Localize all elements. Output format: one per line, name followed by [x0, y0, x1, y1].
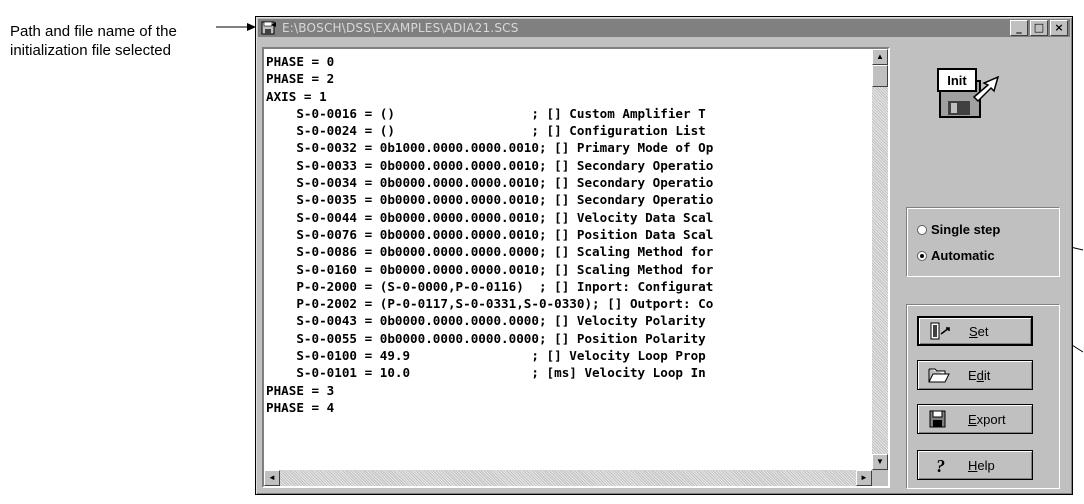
maximize-button[interactable]: □	[1030, 20, 1048, 36]
scroll-up-button[interactable]: ▲	[872, 49, 888, 65]
init-file-content: PHASE = 0 PHASE = 2 AXIS = 1 S-0-0016 = ()…	[266, 53, 872, 463]
edit-button[interactable]: Edit	[917, 360, 1033, 390]
export-button[interactable]: Export	[917, 404, 1033, 434]
code-line: S-0-0035 = 0b0000.0000.0000.0010; [] Sec…	[266, 192, 714, 208]
scroll-left-button[interactable]: ◄	[264, 470, 280, 486]
code-line: S-0-0086 = 0b0000.0000.0000.0000; [] Sca…	[266, 244, 714, 260]
close-button[interactable]: ×	[1050, 20, 1068, 36]
title-callout-arrow	[216, 23, 256, 31]
code-line: PHASE = 3	[266, 382, 335, 398]
code-line: S-0-0034 = 0b0000.0000.0000.0010; [] Sec…	[266, 175, 714, 191]
init-icon: Init	[936, 67, 1004, 119]
svg-text:?: ?	[936, 456, 945, 474]
set-button[interactable]: Set	[917, 316, 1033, 346]
code-line: P-0-2002 = (P-0-0117,S-0-0331,S-0-0330);…	[266, 296, 714, 312]
minimize-button[interactable]: _	[1010, 20, 1028, 36]
code-line: S-0-0044 = 0b0000.0000.0000.0010; [] Vel…	[266, 209, 714, 225]
code-line: S-0-0101 = 10.0 ; [ms] Velocity Loop In	[266, 365, 706, 381]
vertical-scroll-thumb[interactable]	[872, 65, 888, 87]
title-bar[interactable]: E:\BOSCH\DSS\EXAMPLES\ADIA21.SCS _ □ ×	[258, 19, 1070, 37]
code-line: S-0-0024 = () ; [] Configuration List	[266, 123, 706, 139]
automatic-label: Automatic	[931, 248, 995, 263]
automatic-radio[interactable]: Automatic	[917, 248, 995, 263]
code-line: AXIS = 1	[266, 88, 327, 104]
set-door-icon	[929, 322, 951, 340]
code-line: S-0-0160 = 0b0000.0000.0000.0010; [] Sca…	[266, 261, 714, 277]
single-step-radio[interactable]: Single step	[917, 222, 1000, 237]
code-line: P-0-2000 = (S-0-0000,P-0-0116) ; [] Inpo…	[266, 278, 714, 294]
code-line: S-0-0076 = 0b0000.0000.0000.0010; [] Pos…	[266, 226, 714, 242]
code-line: PHASE = 2	[266, 71, 335, 87]
code-line: S-0-0055 = 0b0000.0000.0000.0000; [] Pos…	[266, 330, 714, 346]
mode-group: Single step Automatic	[906, 207, 1060, 277]
init-icon-label: Init	[947, 73, 967, 88]
scroll-right-button[interactable]: ►	[856, 470, 872, 486]
vertical-scrollbar[interactable]: ▲ ▼	[872, 49, 888, 470]
action-buttons-group: Set Edit Export ? Help	[906, 304, 1060, 489]
automatic-radio-dot[interactable]	[917, 250, 927, 261]
init-file-text-area[interactable]: PHASE = 0 PHASE = 2 AXIS = 1 S-0-0016 = ()…	[262, 47, 890, 488]
set-button-label: Set	[969, 323, 989, 339]
single-step-radio-dot[interactable]	[917, 224, 927, 235]
code-line: S-0-0016 = () ; [] Custom Amplifier T	[266, 105, 706, 121]
code-line: S-0-0100 = 49.9 ; [] Velocity Loop Prop	[266, 348, 706, 364]
code-line: PHASE = 0	[266, 54, 335, 69]
floppy-disk-icon	[261, 21, 277, 35]
code-line: PHASE = 4	[266, 399, 335, 415]
export-button-label: Export	[968, 411, 1006, 427]
folder-open-icon	[928, 366, 950, 384]
scroll-down-button[interactable]: ▼	[872, 454, 888, 470]
code-line: S-0-0043 = 0b0000.0000.0000.0000; [] Vel…	[266, 313, 714, 329]
floppy-disk-icon	[928, 410, 950, 428]
question-mark-icon: ?	[928, 456, 950, 476]
window-title: E:\BOSCH\DSS\EXAMPLES\ADIA21.SCS	[282, 21, 519, 35]
scrollbar-corner	[872, 470, 888, 486]
code-line: S-0-0033 = 0b0000.0000.0000.0010; [] Sec…	[266, 157, 714, 173]
edit-button-label: Edit	[968, 367, 991, 383]
single-step-label: Single step	[931, 222, 1001, 237]
app-window: E:\BOSCH\DSS\EXAMPLES\ADIA21.SCS _ □ × P…	[255, 16, 1073, 495]
horizontal-scrollbar[interactable]: ◄ ►	[264, 470, 872, 486]
code-line: S-0-0032 = 0b1000.0000.0000.0010; [] Pri…	[266, 140, 714, 156]
help-button-label: Help	[968, 457, 995, 473]
help-button[interactable]: ? Help	[917, 450, 1033, 480]
